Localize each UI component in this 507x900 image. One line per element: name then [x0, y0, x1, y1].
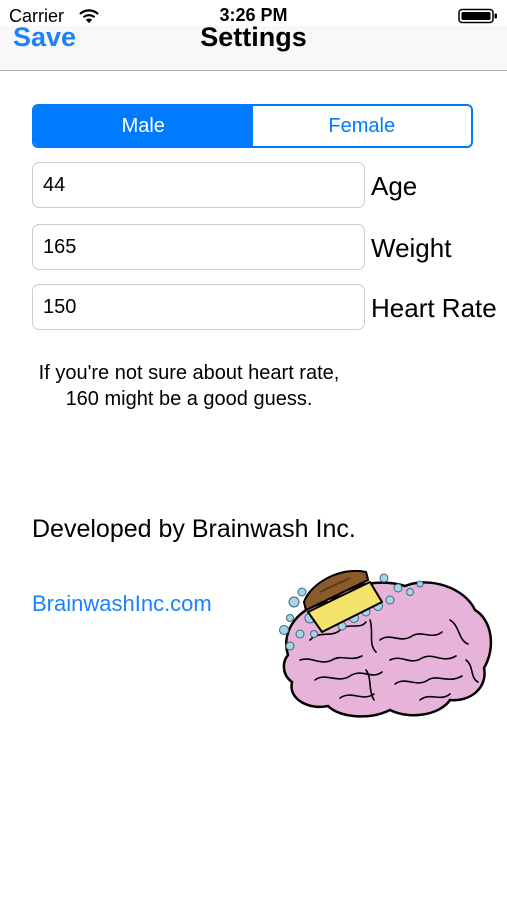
brainwash-logo	[279, 569, 493, 718]
heart-rate-hint: If you're not sure about heart rate, 160…	[0, 360, 378, 412]
age-label: Age	[371, 171, 418, 201]
weight-field[interactable]: 165	[32, 224, 365, 270]
segment-female[interactable]: Female	[252, 106, 471, 146]
page-title: Settings	[200, 22, 307, 52]
heart-rate-field[interactable]: 150	[32, 284, 365, 330]
segment-male[interactable]: Male	[34, 106, 253, 146]
age-field[interactable]: 44	[32, 162, 365, 208]
developer-credit: Developed by Brainwash Inc.	[32, 515, 356, 543]
heart-rate-label: Heart Rate	[371, 293, 497, 323]
hint-line-1: If you're not sure about heart rate,	[38, 362, 340, 384]
website-link[interactable]: BrainwashInc.com	[32, 591, 212, 617]
gender-segmented-control[interactable]: Male Female	[32, 104, 473, 148]
navigation-bar: Save Settings	[0, 22, 507, 71]
weight-label: Weight	[371, 233, 452, 263]
hint-line-2: 160 might be a good guess.	[65, 388, 313, 410]
